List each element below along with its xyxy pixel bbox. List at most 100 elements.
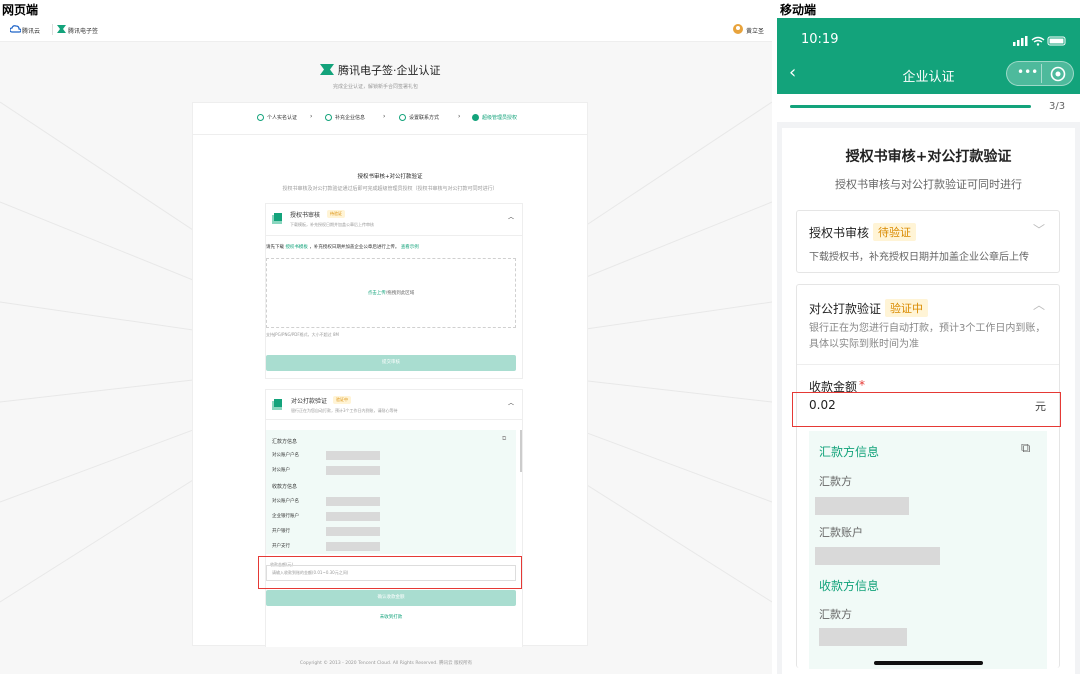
home-indicator xyxy=(874,661,983,665)
web-auth-section: 授权书审核 待验证 下载模板，补充授权日期并加盖公章后上传审核 ︿ 请先下载 授… xyxy=(265,203,523,379)
example-link[interactable]: 查看示例 xyxy=(401,245,419,250)
progress-fill xyxy=(790,105,1031,108)
mobile-pay-badge: 验证中 xyxy=(885,299,928,317)
step-4: 超级管理员授权 xyxy=(482,115,518,121)
mobile-auth-card[interactable]: 授权书审核 待验证 下载授权书，补充授权日期并加盖企业公章后上传 ﹀ xyxy=(796,210,1060,273)
mobile-auth-title: 授权书审核 xyxy=(809,226,870,240)
mobile-payee-value xyxy=(819,628,907,646)
download-prefix: 请先下载 xyxy=(266,245,284,250)
brand-tencent-cloud[interactable]: 腾讯云 xyxy=(22,26,40,35)
web-payee-branch-label: 开户支行 xyxy=(272,544,290,549)
chevron-right-icon: › xyxy=(458,113,461,120)
web-pay-desc: 银行正在为您自动打款，预计3个工作日内到账，请耐心等待 xyxy=(291,408,398,413)
web-payee-account-value xyxy=(326,512,380,521)
step-done-icon xyxy=(325,114,332,121)
web-payer-name-value xyxy=(326,451,380,460)
web-section-title: 授权书审核+对公打款验证 xyxy=(357,174,423,180)
esign-title-icon xyxy=(320,64,334,75)
progress-bar-area: 3/3 xyxy=(777,94,1080,122)
web-top-bar: 腾讯云 腾讯电子签 黄立圣 xyxy=(0,18,772,42)
cloud-logo-icon xyxy=(10,25,21,33)
scrollbar[interactable] xyxy=(520,430,522,472)
mobile-payee-title: 收款方信息 xyxy=(819,579,880,593)
web-auth-header[interactable]: 授权书审核 待验证 下载模板，补充授权日期并加盖公章后上传审核 ︿ xyxy=(266,204,522,236)
web-payer-account-label: 对公账户 xyxy=(272,468,290,473)
mobile-auth-desc: 下载授权书，补充授权日期并加盖企业公章后上传 xyxy=(809,252,1029,263)
step-done-icon xyxy=(257,114,264,121)
mobile-pay-title: 对公打款验证 xyxy=(809,302,882,316)
mobile-amount-highlight-box xyxy=(792,392,1061,427)
chevron-right-icon: › xyxy=(310,113,313,120)
chevron-up-icon[interactable]: ︿ xyxy=(508,398,514,407)
close-target-icon[interactable] xyxy=(1050,66,1066,82)
step-current-icon xyxy=(472,114,479,121)
required-mark: * xyxy=(859,378,865,392)
web-payee-account-label: 企业银行账户 xyxy=(272,514,299,519)
web-auth-badge: 待验证 xyxy=(327,210,345,218)
more-dots-icon[interactable]: ••• xyxy=(1017,65,1038,79)
web-pay-badge: 验证中 xyxy=(333,396,351,404)
download-suffix: ，补充授权日期并加盖企业公章后进行上传。 xyxy=(309,245,400,250)
comparison-screenshot: 网页端 移动端 腾讯云 腾讯电子签 黄立圣 腾讯电子签·企业认证 完成企业认证，… xyxy=(0,0,1080,674)
mobile-payer-label: 汇款方 xyxy=(819,475,852,488)
miniapp-capsule: ••• xyxy=(1006,61,1074,86)
mobile-view: 10:19 ‹ 企业认证 ••• 3/3 授权书审核+对公打款验证 授权书审核与… xyxy=(777,18,1080,674)
web-payee-title: 收款方信息 xyxy=(272,484,298,490)
progress-track xyxy=(790,105,1031,108)
web-pay-title: 对公打款验证 xyxy=(291,398,328,405)
mobile-section-title: 授权书审核+对公打款验证 xyxy=(845,149,1012,165)
step-done-icon xyxy=(399,114,406,121)
template-link[interactable]: 授权书模板 xyxy=(285,245,308,250)
web-payee-branch-value xyxy=(326,542,380,551)
web-pay-header[interactable]: 对公打款验证 验证中 银行正在为您自动打款，预计3个工作日内到账，请耐心等待 ︿ xyxy=(266,390,522,420)
web-account-panel: 汇款方信息 ⧉ 对公账户户名 对公账户 收款方信息 对公账户户名 企业银行账户 … xyxy=(266,430,516,554)
not-received-link[interactable]: 未收到打款 xyxy=(266,614,516,620)
file-hint: 支持JPG/PNG/PDF格式，大小不超过 8M xyxy=(266,332,339,337)
step-3: 设置联系方式 xyxy=(409,115,440,121)
copy-icon[interactable]: ⧉ xyxy=(502,435,506,443)
chevron-up-icon[interactable]: ︿ xyxy=(1033,296,1045,313)
mobile-auth-badge: 待验证 xyxy=(873,223,916,241)
mobile-section-subtitle: 授权书审核与对公打款验证可同时进行 xyxy=(835,178,1022,191)
web-footer: Copyright © 2013 - 2020 Tencent Cloud. A… xyxy=(299,661,473,666)
mobile-payer-account-value xyxy=(815,547,940,565)
upload-suffix: /拖拽到此区域 xyxy=(385,291,415,296)
confirm-amount-button[interactable]: 确认收款金额 xyxy=(266,590,516,606)
chevron-up-icon[interactable]: ︿ xyxy=(508,212,514,221)
web-view: 腾讯云 腾讯电子签 黄立圣 腾讯电子签·企业认证 完成企业认证，解锁新手合同签署… xyxy=(0,18,772,674)
web-payee-bank-label: 开户银行 xyxy=(272,529,290,534)
upload-link[interactable]: 点击上传 xyxy=(368,291,386,296)
status-time: 10:19 xyxy=(801,32,839,47)
user-avatar-icon[interactable] xyxy=(733,24,743,34)
mobile-payer-account-label: 汇款账户 xyxy=(819,526,863,539)
bank-icon xyxy=(272,399,282,410)
web-label: 网页端 xyxy=(2,3,39,17)
chevron-down-icon[interactable]: ﹀ xyxy=(1033,221,1045,238)
user-name[interactable]: 黄立圣 xyxy=(746,26,764,35)
esign-logo-icon xyxy=(57,25,66,33)
mobile-payee-label: 汇款方 xyxy=(819,608,852,621)
web-page-title: 腾讯电子签·企业认证 xyxy=(338,64,441,77)
web-payee-name-label: 对公账户户名 xyxy=(272,499,299,504)
progress-text: 3/3 xyxy=(1049,101,1066,112)
web-auth-desc: 下载模板，补充授权日期并加盖公章后上传审核 xyxy=(290,222,374,227)
web-auth-title: 授权书审核 xyxy=(290,212,321,219)
brand-esign[interactable]: 腾讯电子签 xyxy=(68,26,98,35)
capsule-divider xyxy=(1041,64,1042,83)
mobile-header: 10:19 ‹ 企业认证 ••• xyxy=(777,18,1080,94)
mobile-label: 移动端 xyxy=(780,3,817,17)
web-section-desc: 授权书审核及对公打款验证通过后即可完成超级管理员授权（授权书审核与对公打款可同时… xyxy=(282,186,498,192)
web-payer-name-label: 对公账户户名 xyxy=(272,453,299,458)
web-page-subtitle: 完成企业认证，解锁新手合同签署礼包 xyxy=(333,84,419,90)
amount-highlight-box xyxy=(258,556,522,589)
mobile-pay-header[interactable]: 对公打款验证 验证中 ︿ 银行正在为您进行自动打款，预计3个工作日内到账，具体以… xyxy=(797,285,1059,365)
web-pay-section: 对公打款验证 验证中 银行正在为您自动打款，预计3个工作日内到账，请耐心等待 ︿… xyxy=(258,389,523,647)
submit-review-button[interactable]: 提交审核 xyxy=(266,355,516,371)
web-payee-bank-value xyxy=(326,527,380,536)
mobile-payer-title: 汇款方信息 xyxy=(819,445,880,459)
status-icons xyxy=(1013,36,1066,46)
upload-dropzone[interactable]: 点击上传/拖拽到此区域 xyxy=(266,258,516,328)
mobile-payer-value xyxy=(815,497,909,515)
step-2: 补充企业信息 xyxy=(335,115,366,121)
copy-icon[interactable]: ⧉ xyxy=(1021,441,1030,456)
